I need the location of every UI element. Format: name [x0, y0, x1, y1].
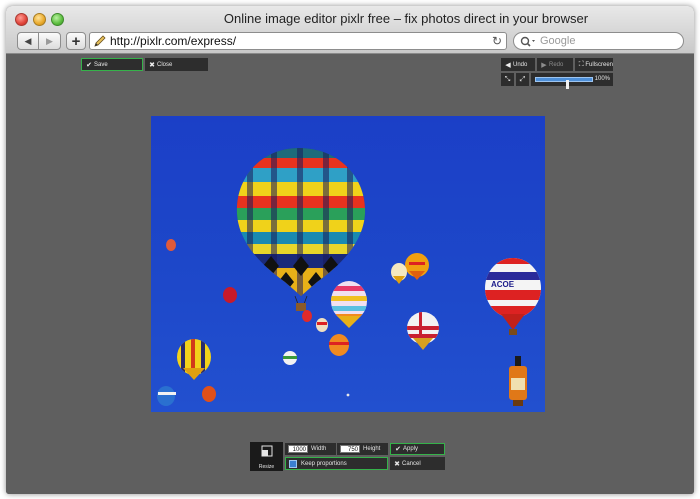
balloons-photo: ACOE — [157, 148, 541, 406]
browser-titlebar: Online image editor pixlr free – fix pho… — [6, 6, 694, 54]
height-label: Height — [363, 446, 381, 452]
zoom-slider[interactable] — [535, 77, 593, 89]
keep-proportions-label: Keep proportions — [301, 460, 347, 467]
svg-text:ACOE: ACOE — [491, 280, 515, 289]
browser-window: Online image editor pixlr free – fix pho… — [6, 6, 694, 494]
zoom-out-button[interactable]: ⤡ — [501, 73, 514, 86]
image-canvas[interactable]: ACOE — [151, 116, 545, 412]
search-input[interactable]: Google — [513, 32, 684, 50]
forward-button[interactable]: ▶ — [39, 33, 60, 49]
zoom-out-icon: ⤡ — [504, 75, 511, 83]
resize-tool-button[interactable]: Resize — [250, 442, 283, 471]
close-label: Close — [157, 61, 173, 68]
cancel-button[interactable]: ✖ Cancel — [390, 457, 445, 470]
close-icon: ✖ — [149, 61, 155, 69]
save-label: Save — [94, 61, 108, 68]
reload-icon[interactable]: ↻ — [492, 34, 502, 48]
bottle-balloon — [509, 356, 527, 406]
redo-button[interactable]: ▶ Redo — [537, 58, 573, 71]
fullscreen-button[interactable]: ⛶ Fullscreen — [575, 58, 613, 71]
close-button[interactable]: ✖ Close — [145, 58, 208, 71]
resize-label: Resize — [258, 463, 275, 470]
add-bookmark-button[interactable]: + — [66, 32, 86, 50]
undo-button[interactable]: ◀ Undo — [501, 58, 535, 71]
fullscreen-label: Fullscreen — [585, 61, 613, 68]
keep-proportions-toggle[interactable]: Keep proportions — [285, 457, 388, 470]
height-field-group: 750 Height — [337, 443, 388, 455]
minimize-window-button[interactable] — [33, 13, 46, 26]
fullscreen-icon: ⛶ — [578, 60, 584, 68]
zoom-percent: 100% — [594, 76, 610, 82]
pencil-favicon-icon — [93, 34, 107, 48]
save-button[interactable]: ✔ Save — [81, 58, 143, 71]
zoom-window-button[interactable] — [51, 13, 64, 26]
width-input[interactable]: 1000 — [288, 445, 308, 453]
search-icon — [520, 36, 538, 47]
window-title: Online image editor pixlr free – fix pho… — [223, 11, 589, 26]
zoom-in-icon: ⤢ — [519, 75, 526, 83]
url-text: http://pixlr.com/express/ — [110, 34, 237, 48]
cancel-label: Cancel — [402, 460, 421, 467]
redo-arrow-icon: ▶ — [541, 61, 547, 69]
address-bar[interactable]: http://pixlr.com/express/ ↻ — [89, 32, 507, 50]
apply-button[interactable]: ✔ Apply — [390, 443, 445, 455]
checkmark-icon: ✔ — [86, 61, 92, 69]
search-placeholder: Google — [540, 35, 576, 47]
nav-buttons: ◀ ▶ — [17, 32, 61, 50]
width-label: Width — [311, 446, 327, 452]
pixlr-editor: ✔ Save ✖ Close ◀ Undo ▶ Redo ⛶ Fullscree… — [6, 55, 694, 494]
width-field-group: 1000 Width — [285, 443, 336, 455]
close-icon: ✖ — [394, 460, 400, 468]
forward-arrow-icon: ▶ — [46, 35, 53, 46]
height-input[interactable]: 750 — [340, 445, 360, 453]
back-button[interactable]: ◀ — [18, 33, 40, 49]
undo-arrow-icon: ◀ — [505, 61, 511, 69]
undo-label: Undo — [513, 61, 528, 68]
redo-label: Redo — [549, 61, 564, 68]
checkmark-icon: ✔ — [395, 446, 401, 453]
resize-icon — [261, 444, 273, 462]
close-window-button[interactable] — [15, 13, 28, 26]
keep-proportions-checkbox[interactable] — [289, 459, 297, 468]
zoom-in-button[interactable]: ⤢ — [516, 73, 529, 86]
zoom-slider-thumb[interactable] — [566, 80, 569, 89]
zoom-control: 100% — [531, 73, 613, 89]
back-arrow-icon: ◀ — [24, 35, 32, 46]
apply-label: Apply — [403, 446, 419, 452]
